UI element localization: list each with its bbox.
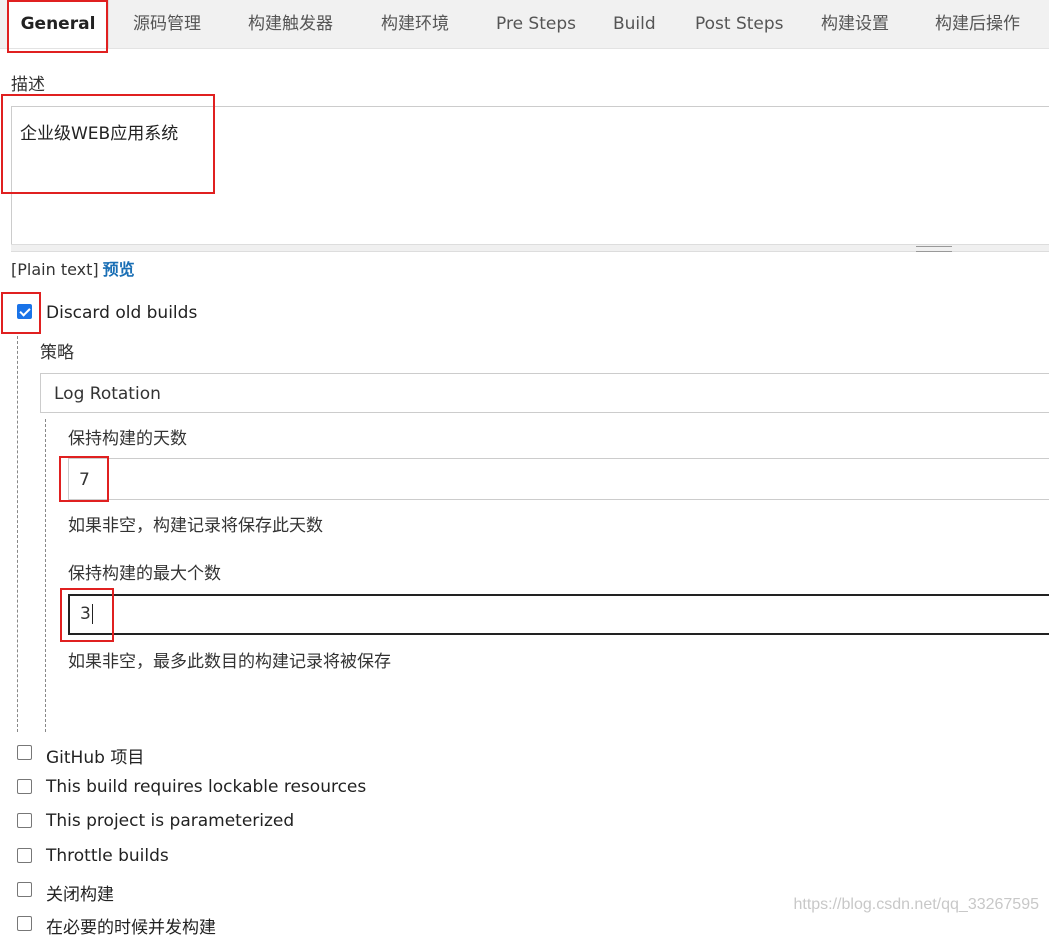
section-guide-line (17, 336, 18, 732)
strategy-select[interactable]: Log Rotation (40, 373, 1049, 413)
description-format: [Plain text] 预览 (11, 256, 135, 280)
max-builds-label: 保持构建的最大个数 (68, 564, 221, 584)
tab-build-triggers[interactable]: 构建触发器 (248, 0, 333, 48)
description-textarea[interactable]: 企业级WEB应用系统 (11, 106, 1049, 246)
tab-general[interactable]: General (7, 0, 109, 48)
tab-build-settings[interactable]: 构建设置 (821, 0, 889, 48)
days-to-keep-label: 保持构建的天数 (68, 429, 187, 449)
format-text: [Plain text] (11, 260, 99, 279)
days-to-keep-input[interactable]: 7 (68, 458, 1049, 500)
tab-post-steps[interactable]: Post Steps (695, 0, 784, 48)
github-project-label: GitHub 项目 (46, 748, 145, 768)
tab-build-environment[interactable]: 构建环境 (381, 0, 449, 48)
lockable-resources-checkbox[interactable] (17, 779, 32, 794)
tab-post-build-actions[interactable]: 构建后操作 (935, 0, 1020, 48)
max-builds-value: 3 (80, 604, 91, 624)
strategy-label: 策略 (40, 343, 74, 363)
tab-source-control[interactable]: 源码管理 (133, 0, 201, 48)
days-to-keep-hint: 如果非空，构建记录将保存此天数 (68, 516, 323, 536)
max-builds-hint: 如果非空，最多此数目的构建记录将被保存 (68, 652, 391, 672)
concurrent-build-label: 在必要的时候并发构建 (46, 918, 216, 938)
days-to-keep-value: 7 (79, 470, 90, 490)
concurrent-build-checkbox[interactable] (17, 916, 32, 931)
discard-old-builds-checkbox[interactable] (17, 304, 32, 319)
disable-build-checkbox[interactable] (17, 882, 32, 897)
textarea-resize-handle[interactable] (11, 244, 1049, 252)
throttle-builds-checkbox[interactable] (17, 848, 32, 863)
throttle-builds-label: Throttle builds (46, 846, 169, 866)
strategy-guide-line (45, 419, 46, 732)
github-project-checkbox[interactable] (17, 745, 32, 760)
watermark: https://blog.csdn.net/qq_33267595 (793, 896, 1039, 913)
tab-bar: General 源码管理 构建触发器 构建环境 Pre Steps Build … (0, 0, 1049, 49)
description-label: 描述 (11, 75, 45, 95)
preview-link[interactable]: 预览 (103, 260, 135, 279)
lockable-resources-label: This build requires lockable resources (46, 777, 367, 797)
max-builds-input[interactable]: 3 (68, 594, 1049, 635)
text-caret (91, 604, 93, 624)
description-value: 企业级WEB应用系统 (20, 124, 179, 144)
tab-pre-steps[interactable]: Pre Steps (496, 0, 576, 48)
parameterized-label: This project is parameterized (46, 811, 295, 831)
disable-build-label: 关闭构建 (46, 885, 114, 905)
discard-old-builds-label: Discard old builds (46, 303, 198, 323)
parameterized-checkbox[interactable] (17, 813, 32, 828)
tab-build[interactable]: Build (613, 0, 656, 48)
